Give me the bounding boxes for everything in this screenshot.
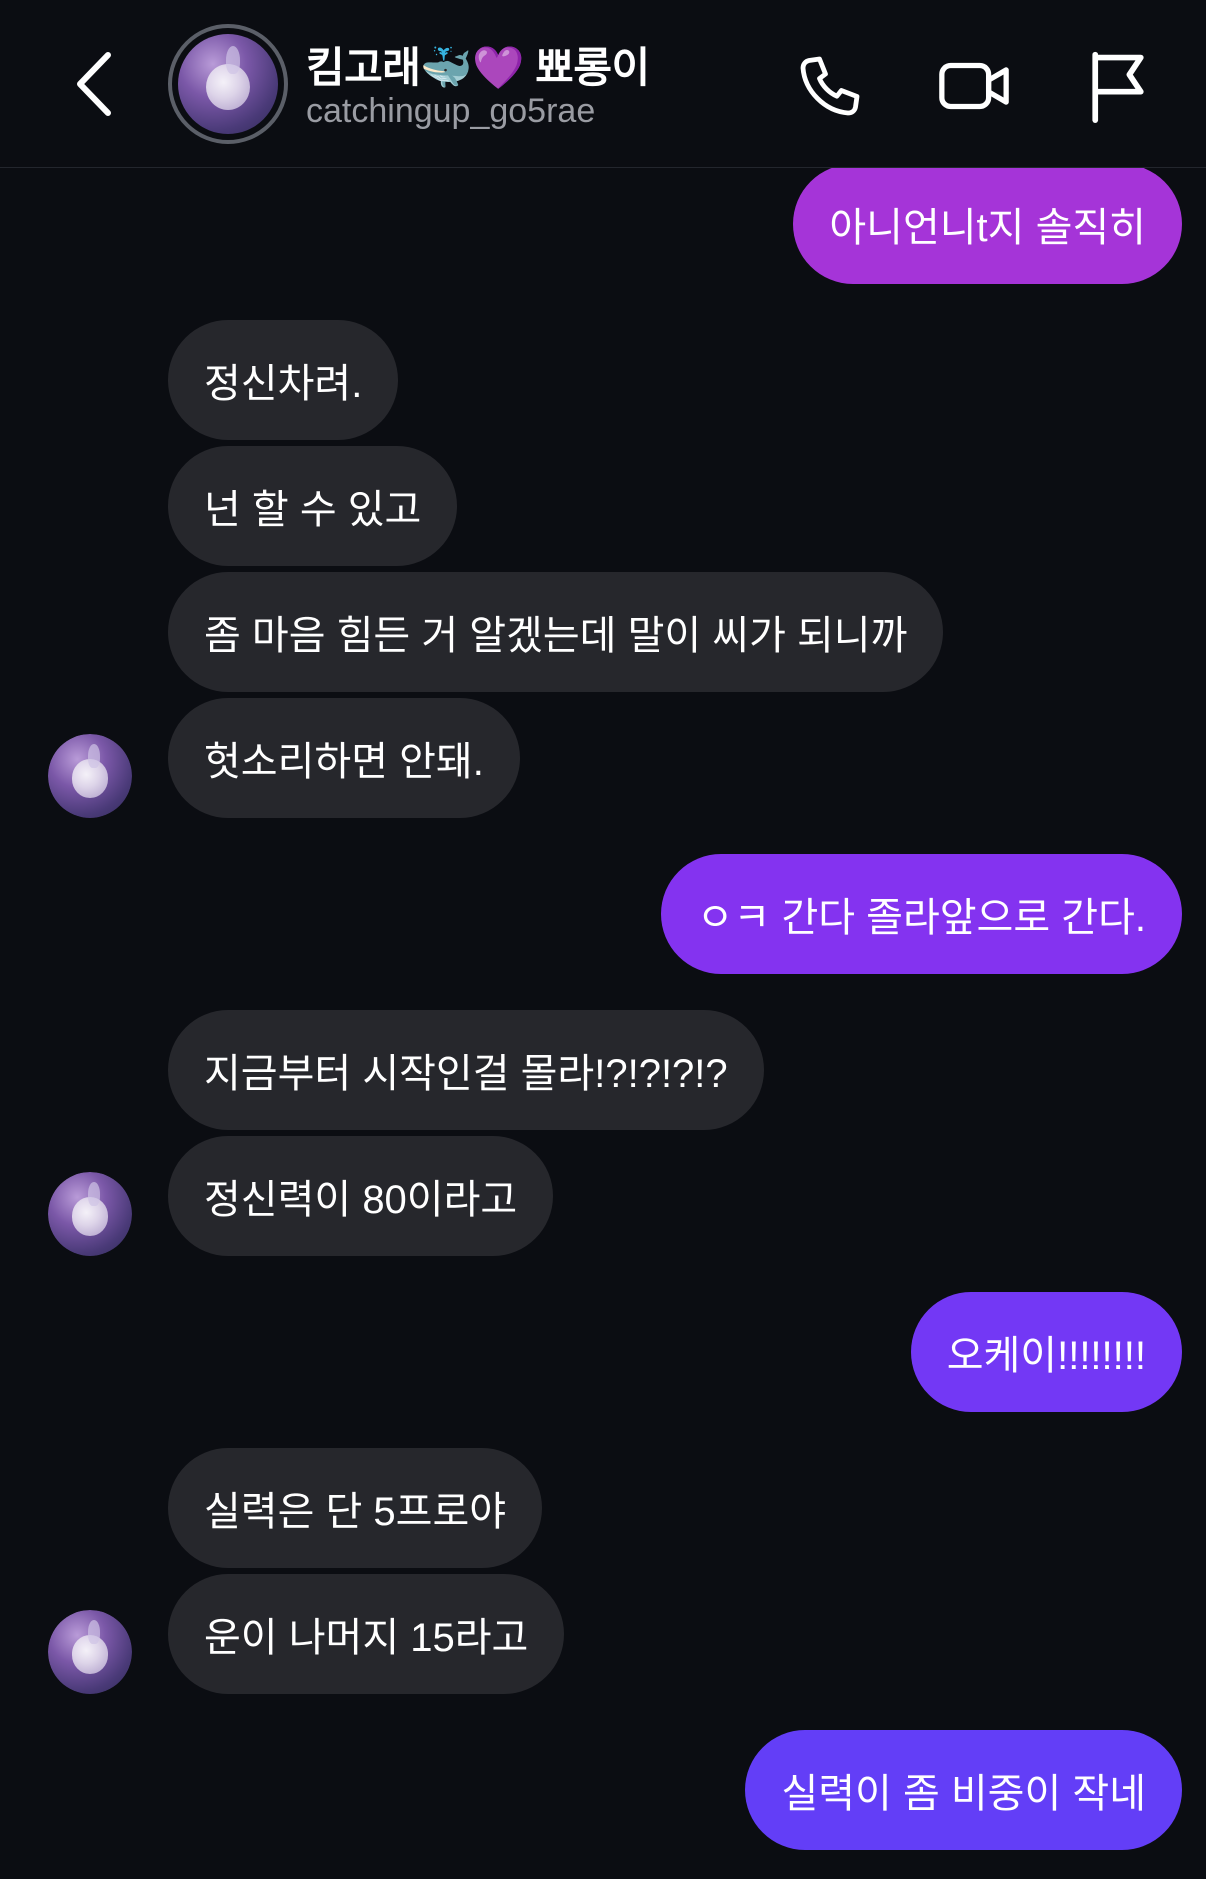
sender-avatar[interactable] [48,1172,132,1256]
message-text: 아니언니t지 솔직히 [829,206,1146,250]
back-button[interactable] [64,44,124,124]
chat-header: 킴고래🐳💜 뾰롱이 catchingup_go5rae [0,0,1206,168]
whale-avatar-image [48,1172,132,1256]
incoming-message[interactable]: 실력은 단 5프로야 [168,1448,543,1568]
message-thread[interactable]: 아니언니t지 솔직히 정신차려. 넌 할 수 있고 좀 마음 힘든 거 알겠는데… [0,0,1206,1879]
video-call-button[interactable] [934,46,1014,126]
outgoing-message[interactable]: 오케이!!!!!!!! [910,1292,1182,1412]
flag-icon [1092,51,1144,123]
message-text: ㅇㅋ 간다 졸라앞으로 간다. [696,896,1146,940]
whale-avatar-image [48,734,132,818]
whale-avatar-image [178,34,278,134]
report-button[interactable] [1078,46,1158,126]
sender-avatar[interactable] [48,1610,132,1694]
message-text: 좀 마음 힘든 거 알겠는데 말이 씨가 되니까 [204,614,908,658]
message-text: 지금부터 시작인걸 몰라!?!?!?!? [204,1052,728,1096]
incoming-message[interactable]: 헛소리하면 안돼. [168,698,520,818]
contact-name[interactable]: 킴고래🐳💜 뾰롱이 [306,34,650,95]
message-text: 정신력이 80이라고 [204,1178,518,1222]
audio-call-button[interactable] [790,46,870,126]
message-text: 오케이!!!!!!!! [946,1334,1146,1378]
incoming-message[interactable]: 운이 나머지 15라고 [168,1574,565,1694]
whale-avatar-image [48,1610,132,1694]
incoming-message[interactable]: 정신차려. [168,320,399,440]
incoming-message[interactable]: 정신력이 80이라고 [168,1136,554,1256]
incoming-message[interactable]: 넌 할 수 있고 [168,446,458,566]
outgoing-message[interactable]: 아니언니t지 솔직히 [793,164,1182,284]
sender-avatar[interactable] [48,734,132,818]
message-text: 정신차려. [204,362,363,406]
chevron-left-icon [77,52,111,116]
message-text: 운이 나머지 15라고 [204,1616,529,1660]
video-camera-icon [939,62,1009,110]
outgoing-message[interactable]: 실력이 좀 비중이 작네 [745,1730,1182,1850]
outgoing-message[interactable]: ㅇㅋ 간다 졸라앞으로 간다. [660,854,1182,974]
contact-username[interactable]: catchingup_go5rae [306,92,595,131]
incoming-message[interactable]: 좀 마음 힘든 거 알겠는데 말이 씨가 되니까 [168,572,944,692]
profile-avatar[interactable] [168,24,288,144]
incoming-message[interactable]: 지금부터 시작인걸 몰라!?!?!?!? [168,1010,764,1130]
phone-icon [800,56,860,116]
message-text: 실력은 단 5프로야 [204,1490,507,1534]
message-text: 헛소리하면 안돼. [204,740,484,784]
message-text: 실력이 좀 비중이 작네 [781,1772,1146,1816]
message-text: 넌 할 수 있고 [204,488,422,532]
